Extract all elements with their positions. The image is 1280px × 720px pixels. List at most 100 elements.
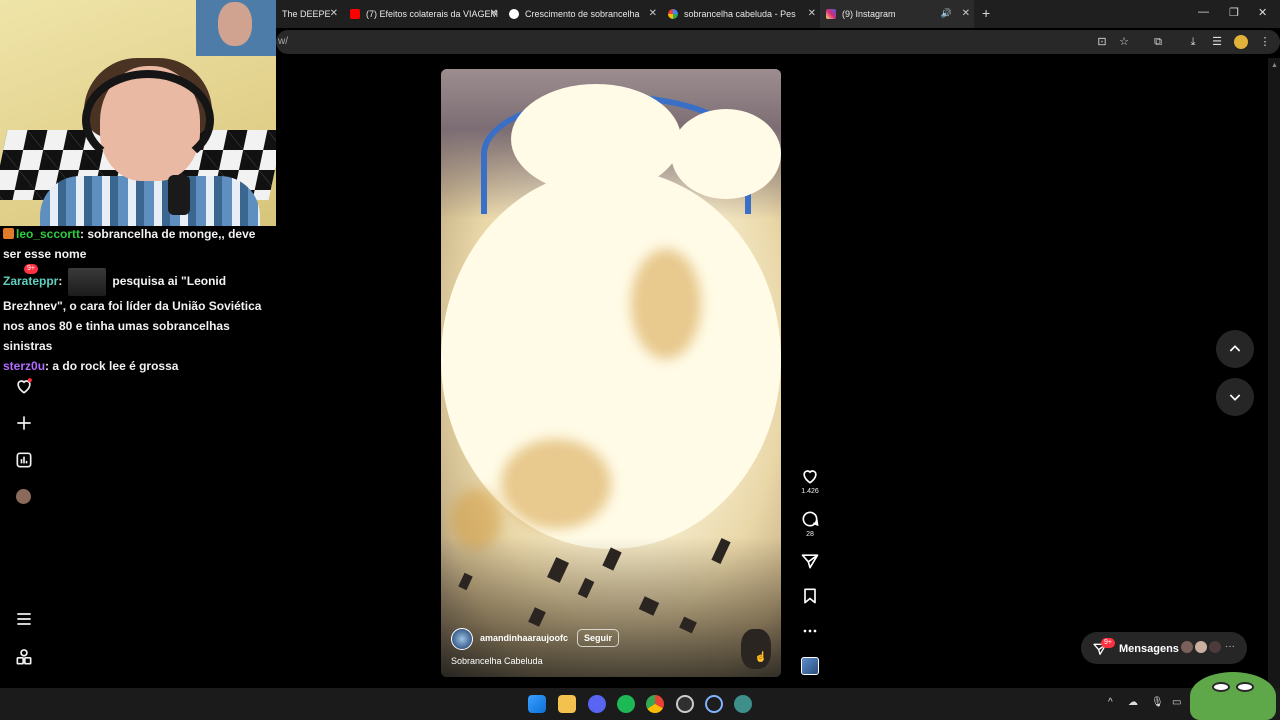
audio-thumbnail[interactable] xyxy=(801,657,819,675)
message-avatar xyxy=(1208,640,1222,654)
share-icon[interactable] xyxy=(800,551,820,571)
spotify-icon[interactable] xyxy=(617,695,635,713)
pepe-sticker xyxy=(1190,672,1276,720)
messages-label: Mensagens xyxy=(1119,643,1179,655)
instagram-icon xyxy=(826,9,836,19)
pepe-eye xyxy=(1212,682,1230,692)
windows-taskbar xyxy=(0,688,1280,720)
chat-message: leo_sccortt: sobrancelha de monge,, deve… xyxy=(3,227,256,261)
close-window-icon[interactable]: ✕ xyxy=(1258,6,1267,19)
webcam-headset xyxy=(82,70,214,170)
close-tab-icon[interactable]: ✕ xyxy=(490,8,498,19)
google-icon xyxy=(668,9,678,19)
reel-caption: Sobrancelha Cabeluda xyxy=(451,656,543,666)
create-plus-icon[interactable] xyxy=(14,413,34,433)
page-scrollbar[interactable] xyxy=(1268,58,1280,688)
scroll-up-icon[interactable]: ▲ xyxy=(1271,62,1278,69)
tab-label: (7) Efeitos colaterais da VIAGEM xyxy=(366,9,499,19)
video-frame-shape xyxy=(631,249,701,359)
chat-username: sterz0u xyxy=(3,359,46,373)
video-frame-shape xyxy=(441,169,781,549)
tab-instagram[interactable]: (9) Instagram 🔊 ✕ xyxy=(820,0,974,28)
previous-reel-button[interactable] xyxy=(1216,330,1254,368)
bookmark-star-icon[interactable]: ☆ xyxy=(1117,35,1131,49)
more-options-icon[interactable] xyxy=(800,621,820,641)
tray-mic-icon[interactable]: 🎙 xyxy=(1151,697,1164,708)
extensions-icon[interactable]: ⧉ xyxy=(1151,35,1165,49)
obs-icon[interactable] xyxy=(676,695,694,713)
message-avatar xyxy=(1194,640,1208,654)
comment-icon[interactable] xyxy=(800,509,820,529)
cursor-hand-icon: ☝ xyxy=(754,652,768,663)
messages-badge: 9+ xyxy=(1101,638,1115,648)
chat-username: leo_sccortt xyxy=(16,227,81,241)
also-from-meta-icon[interactable] xyxy=(14,647,34,667)
close-tab-icon[interactable]: ✕ xyxy=(962,8,970,19)
chrome-icon[interactable] xyxy=(646,695,664,713)
close-tab-icon[interactable]: ✕ xyxy=(808,8,816,19)
like-icon[interactable] xyxy=(800,466,820,486)
chevron-up-icon xyxy=(1229,345,1241,352)
youtube-icon xyxy=(350,9,360,19)
notifications-heart-icon[interactable] xyxy=(14,376,34,396)
webcam-shirt xyxy=(40,176,260,226)
chat-text: a do rock lee é grossa xyxy=(52,359,179,373)
video-frame-shape xyxy=(501,439,611,529)
new-tab-icon[interactable]: + xyxy=(982,5,990,21)
tab-label: sobrancelha cabeluda - Pesquis xyxy=(684,9,796,19)
save-icon[interactable] xyxy=(800,586,820,606)
media-control-icon[interactable]: ☰ xyxy=(1210,35,1224,49)
install-app-icon[interactable]: ⊡ xyxy=(1095,35,1109,49)
chevron-down-icon xyxy=(1229,394,1241,401)
menu-icon[interactable] xyxy=(14,609,34,629)
like-count: 1.426 xyxy=(801,488,819,495)
chat-badge-icon xyxy=(3,228,14,239)
comment-count: 28 xyxy=(806,531,814,538)
tab-label: Crescimento de sobrancelha xyxy=(525,9,640,19)
tray-chevron-icon[interactable]: ^ xyxy=(1108,697,1113,708)
more-options-icon[interactable]: ··· xyxy=(1225,641,1235,652)
webcam-inset-face xyxy=(218,2,252,46)
reel-username[interactable]: amandinhaaraujoofc xyxy=(480,633,568,643)
restore-icon[interactable]: ❐ xyxy=(1229,6,1239,19)
pepe-eye xyxy=(1236,682,1254,692)
browser-menu-icon[interactable]: ⋮ xyxy=(1258,35,1272,49)
chat-username: Zarateppr xyxy=(3,274,59,289)
reel-author-avatar[interactable] xyxy=(451,628,473,650)
chatgpt-icon xyxy=(509,9,519,19)
profile-avatar-icon[interactable] xyxy=(1234,35,1248,49)
screen: The DEEPE ✕ (7) Efeitos colaterais da VI… xyxy=(0,0,1280,720)
tab-label: (9) Instagram xyxy=(842,9,896,19)
tab-label: The DEEPE xyxy=(282,9,331,19)
chat-message: sterz0u: a do rock lee é grossa xyxy=(3,359,179,373)
speaker-icon[interactable]: 🔊 xyxy=(941,8,952,19)
chat-message: Zarateppr: pesquisa ai "Leonid Brezhnev",… xyxy=(3,268,273,356)
tab-the-deepe[interactable]: The DEEPE ✕ xyxy=(276,0,342,28)
reel-video[interactable] xyxy=(441,69,781,677)
tab-google-search[interactable]: sobrancelha cabeluda - Pesquis ✕ xyxy=(662,0,820,28)
address-text: w/ xyxy=(278,36,288,47)
profile-avatar[interactable] xyxy=(16,489,31,504)
tab-youtube[interactable]: (7) Efeitos colaterais da VIAGEM ✕ xyxy=(344,0,502,28)
webcam-overlay xyxy=(0,0,276,226)
file-explorer-icon[interactable] xyxy=(558,695,576,713)
message-avatar xyxy=(1180,640,1194,654)
next-reel-button[interactable] xyxy=(1216,378,1254,416)
close-tab-icon[interactable]: ✕ xyxy=(330,8,338,19)
minimize-icon[interactable]: — xyxy=(1198,6,1209,18)
video-frame-shape xyxy=(671,109,781,199)
discord-icon[interactable] xyxy=(588,695,606,713)
notification-badge: 9+ xyxy=(24,264,38,274)
stream-chat: leo_sccortt: sobrancelha de monge,, deve… xyxy=(3,224,273,376)
webcam-microphone xyxy=(168,175,190,215)
close-tab-icon[interactable]: ✕ xyxy=(649,8,657,19)
tray-cloud-icon[interactable]: ☁ xyxy=(1128,697,1138,708)
app-globe-icon[interactable] xyxy=(734,695,752,713)
dashboard-icon[interactable] xyxy=(14,450,34,470)
tray-network-icon[interactable]: ▭ xyxy=(1172,697,1181,708)
app-c-icon[interactable] xyxy=(705,695,723,713)
download-icon[interactable]: ⤓ xyxy=(1186,35,1200,49)
windows-start-icon[interactable] xyxy=(528,695,546,713)
follow-button[interactable]: Seguir xyxy=(577,629,620,647)
tab-chatgpt[interactable]: Crescimento de sobrancelha ✕ xyxy=(503,0,661,28)
